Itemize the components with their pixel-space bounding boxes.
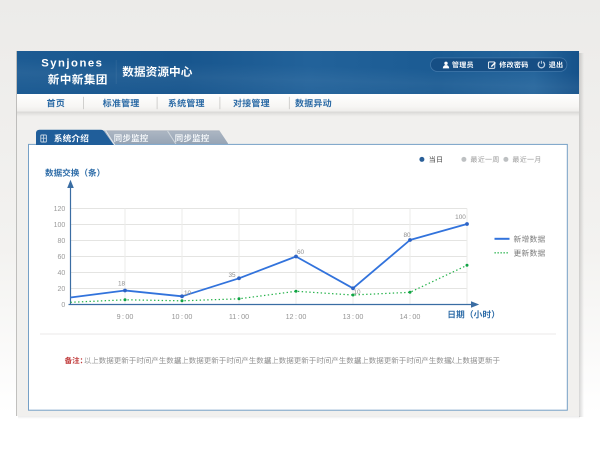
svg-text:14 : 00: 14 : 00 bbox=[400, 312, 421, 321]
svg-text:18: 18 bbox=[118, 280, 126, 287]
svg-text:10: 10 bbox=[184, 290, 192, 297]
svg-text:120: 120 bbox=[54, 206, 66, 213]
svg-text:10: 10 bbox=[353, 289, 361, 296]
svg-text:12 : 00: 12 : 00 bbox=[286, 312, 307, 321]
svg-text:11 : 00: 11 : 00 bbox=[229, 312, 249, 321]
svg-text:35: 35 bbox=[228, 272, 236, 279]
svg-text:13 : 00: 13 : 00 bbox=[343, 312, 364, 321]
svg-text:40: 40 bbox=[58, 270, 66, 277]
svg-text:20: 20 bbox=[58, 286, 66, 293]
svg-text:100: 100 bbox=[455, 214, 466, 221]
svg-text:80: 80 bbox=[58, 238, 66, 245]
svg-text:100: 100 bbox=[54, 222, 66, 229]
svg-text:80: 80 bbox=[403, 232, 411, 239]
svg-text:9 : 00: 9 : 00 bbox=[117, 312, 134, 321]
svg-text:60: 60 bbox=[58, 254, 66, 261]
svg-text:Synjones: Synjones bbox=[41, 58, 103, 70]
svg-text:0: 0 bbox=[61, 302, 65, 309]
svg-text:10 : 00: 10 : 00 bbox=[172, 312, 193, 321]
svg-text:60: 60 bbox=[297, 249, 305, 256]
